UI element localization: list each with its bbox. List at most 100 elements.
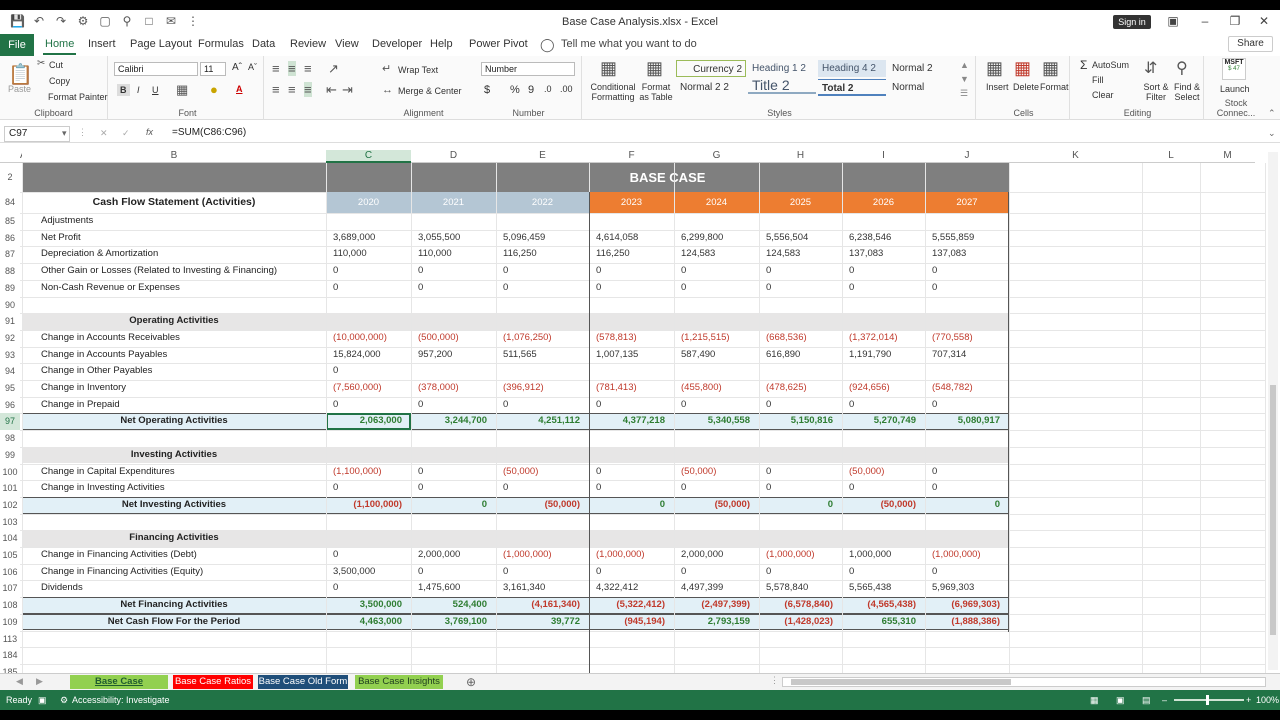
value-cell-2022[interactable]: 0 xyxy=(503,564,589,581)
value-cell-2021[interactable]: (378,000) xyxy=(418,380,496,397)
row-header-99[interactable]: 99 xyxy=(0,446,20,464)
value-cell-2023[interactable]: 0 xyxy=(596,397,674,414)
value-cell-2025[interactable]: 0 xyxy=(766,564,842,581)
value-cell-2021[interactable]: 524,400 xyxy=(411,597,496,614)
value-cell-2021[interactable]: 110,000 xyxy=(418,246,496,263)
value-cell-2026[interactable]: 0 xyxy=(849,280,925,297)
value-cell-2021[interactable]: (500,000) xyxy=(418,330,496,347)
tab-help[interactable]: Help xyxy=(430,38,453,50)
value-cell-2022[interactable]: (50,000) xyxy=(503,464,589,481)
value-cell-2022[interactable]: 0 xyxy=(503,280,589,297)
autosum-button[interactable]: AutoSum xyxy=(1092,60,1129,70)
value-cell-2021[interactable]: 1,475,600 xyxy=(418,580,496,597)
row-header-2[interactable]: 2 xyxy=(0,163,20,192)
value-cell-2020[interactable]: 0 xyxy=(333,580,411,597)
value-cell-2025[interactable]: (478,625) xyxy=(766,380,842,397)
value-cell-2027[interactable]: (548,782) xyxy=(932,380,1009,397)
font-size-select[interactable]: 11 xyxy=(200,62,226,76)
sort-filter-button[interactable]: Sort & Filter xyxy=(1142,82,1170,102)
style-normal[interactable]: Normal xyxy=(888,79,956,96)
value-cell-2027[interactable]: 0 xyxy=(925,497,1009,514)
align-middle-icon[interactable]: ≡ xyxy=(288,61,296,76)
row-header-87[interactable]: 87 xyxy=(0,246,20,264)
value-cell-2027[interactable]: 5,555,859 xyxy=(932,230,1009,247)
sheet-tab-base-case-insights[interactable]: Base Case Insights xyxy=(355,675,443,689)
value-cell-2026[interactable]: 1,191,790 xyxy=(849,347,925,364)
sign-in-button[interactable]: Sign in xyxy=(1113,15,1151,29)
zoom-slider-thumb[interactable] xyxy=(1206,695,1209,705)
row-header-92[interactable]: 92 xyxy=(0,329,20,347)
value-cell-2024[interactable]: 124,583 xyxy=(681,246,759,263)
value-cell-2021[interactable]: 0 xyxy=(418,263,496,280)
conditional-formatting-button[interactable]: Conditional Formatting xyxy=(587,82,639,102)
value-cell-2021[interactable]: 957,200 xyxy=(418,347,496,364)
horizontal-scrollbar[interactable] xyxy=(782,677,1266,687)
value-cell-2023[interactable]: 4,322,412 xyxy=(596,580,674,597)
value-cell-2024[interactable]: (455,800) xyxy=(681,380,759,397)
value-cell-2022[interactable]: (1,076,250) xyxy=(503,330,589,347)
column-header-m[interactable]: M xyxy=(1200,150,1255,163)
value-cell-2022[interactable]: 0 xyxy=(503,263,589,280)
value-cell-2024[interactable]: 5,340,558 xyxy=(674,413,759,430)
value-cell-2027[interactable]: 0 xyxy=(932,564,1009,581)
column-header-c[interactable]: C xyxy=(326,150,411,163)
row-header-105[interactable]: 105 xyxy=(0,547,20,564)
cut-button[interactable]: Cut xyxy=(49,60,63,70)
align-center-icon[interactable]: ≡ xyxy=(288,82,296,97)
shrink-font-icon[interactable]: Aˇ xyxy=(248,62,257,72)
styles-scroll-down-icon[interactable]: ▼ xyxy=(960,74,969,84)
value-cell-2025[interactable]: 0 xyxy=(766,480,842,497)
value-cell-2026[interactable]: (924,656) xyxy=(849,380,925,397)
value-cell-2020[interactable]: 0 xyxy=(333,280,411,297)
style-total-2[interactable]: Total 2 xyxy=(818,79,886,96)
underline-button[interactable]: U xyxy=(152,85,159,95)
number-format-select[interactable]: Number xyxy=(481,62,575,76)
tab-view[interactable]: View xyxy=(335,38,359,50)
share-button[interactable]: Share xyxy=(1228,36,1273,52)
value-cell-2026[interactable]: 137,083 xyxy=(849,246,925,263)
close-icon[interactable]: ✕ xyxy=(1256,14,1272,28)
value-cell-2023[interactable]: 0 xyxy=(596,480,674,497)
value-cell-2026[interactable]: (1,372,014) xyxy=(849,330,925,347)
value-cell-2024[interactable]: 0 xyxy=(681,397,759,414)
tab-data[interactable]: Data xyxy=(252,38,275,50)
formula-input[interactable]: =SUM(C86:C96) xyxy=(172,127,246,138)
value-cell-2021[interactable]: 0 xyxy=(411,497,496,514)
value-cell-2023[interactable]: 116,250 xyxy=(596,246,674,263)
currency-icon[interactable]: $ xyxy=(484,84,490,96)
column-header-j[interactable]: J xyxy=(925,150,1009,163)
row-header-104[interactable]: 104 xyxy=(0,530,20,547)
scroll-tabs-right-icon[interactable]: ▶ xyxy=(36,676,43,687)
value-cell-2021[interactable]: 0 xyxy=(418,280,496,297)
scroll-tabs-left-icon[interactable]: ◀ xyxy=(16,676,23,687)
value-cell-2025[interactable]: 5,578,840 xyxy=(766,580,842,597)
grow-font-icon[interactable]: Aˆ xyxy=(232,62,242,73)
expand-formula-bar-icon[interactable]: ⌄ xyxy=(1268,128,1276,139)
insert-function-icon[interactable]: fx xyxy=(146,127,153,137)
confirm-entry-icon[interactable]: ✓ xyxy=(122,128,130,139)
vertical-scroll-thumb[interactable] xyxy=(1270,385,1276,635)
column-header-f[interactable]: F xyxy=(589,150,674,163)
value-cell-2020[interactable]: 3,500,000 xyxy=(326,597,411,614)
value-cell-2021[interactable]: 3,769,100 xyxy=(411,614,496,631)
fill-color-icon[interactable]: ● xyxy=(210,82,218,97)
value-cell-2025[interactable]: 0 xyxy=(759,497,842,514)
row-header-94[interactable]: 94 xyxy=(0,363,20,380)
value-cell-2027[interactable]: 5,080,917 xyxy=(925,413,1009,430)
column-header-h[interactable]: H xyxy=(759,150,842,163)
value-cell-2024[interactable]: 4,497,399 xyxy=(681,580,759,597)
clear-button[interactable]: Clear xyxy=(1092,90,1114,100)
value-cell-2024[interactable]: 6,299,800 xyxy=(681,230,759,247)
value-cell-2024[interactable]: (50,000) xyxy=(674,497,759,514)
value-cell-2020[interactable]: 0 xyxy=(333,397,411,414)
value-cell-2027[interactable]: 0 xyxy=(932,280,1009,297)
style-normal-2[interactable]: Normal 2 xyxy=(888,60,956,77)
value-cell-2020[interactable]: 0 xyxy=(333,263,411,280)
horizontal-scroll-thumb[interactable] xyxy=(791,679,1011,685)
row-header-98[interactable]: 98 xyxy=(0,430,20,447)
value-cell-2021[interactable]: 0 xyxy=(418,464,496,481)
tab-developer[interactable]: Developer xyxy=(372,38,422,50)
paste-label[interactable]: Paste xyxy=(8,84,31,94)
row-header-97[interactable]: 97 xyxy=(0,413,20,431)
value-cell-2023[interactable]: 0 xyxy=(596,464,674,481)
